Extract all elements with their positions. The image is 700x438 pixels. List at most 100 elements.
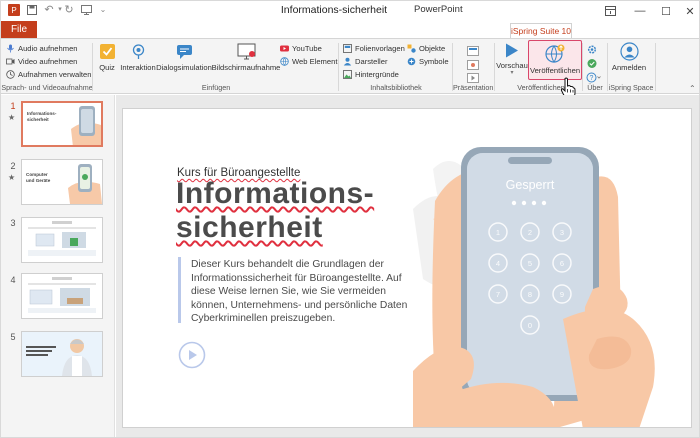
manage-recordings-button[interactable]: Aufnahmen verwalten (6, 68, 91, 80)
svg-text:P: P (11, 6, 16, 15)
group-separator (92, 43, 93, 91)
player-settings-icon[interactable] (467, 70, 479, 83)
animation-star-icon: ★ (8, 113, 16, 122)
group-label-about: Über (587, 83, 603, 92)
collapse-ribbon-icon[interactable]: ⌃ (689, 84, 696, 93)
symbols-button[interactable]: Symbole (407, 55, 449, 67)
svg-text:5: 5 (528, 259, 532, 268)
group-label-ispring-space: iSpring Space (608, 83, 654, 92)
slide-properties-icon[interactable] (467, 57, 479, 70)
dialog-icon (176, 45, 192, 59)
youtube-label: YouTube (292, 43, 322, 53)
preview-button[interactable]: Vorschau ▾ (496, 42, 528, 76)
backgrounds-button[interactable]: Hintergründe (343, 68, 399, 80)
youtube-icon (280, 45, 289, 51)
svg-text:3: 3 (560, 228, 564, 237)
app-name: PowerPoint (414, 4, 463, 15)
thumbnail-office-illustration (28, 221, 96, 256)
slide-thumbnails-panel: 1 ★ Informations-sicherheit 2 ★ Computer… (1, 95, 115, 437)
globe-icon (280, 56, 289, 66)
group-label-presentation: Präsentation (453, 83, 494, 92)
close-button[interactable]: ✕ (673, 1, 699, 21)
redo-icon[interactable]: ↻ (62, 3, 76, 17)
web-element-button[interactable]: Web Element (280, 55, 337, 67)
dialog-simulation-label: Dialogsimulation (156, 63, 212, 72)
actors-button[interactable]: Darsteller (343, 55, 388, 67)
slide-thumbnail-3[interactable] (21, 217, 103, 263)
svg-text:8: 8 (528, 290, 532, 299)
symbols-icon (407, 57, 416, 65)
preview-dropdown-icon[interactable]: ▾ (510, 70, 513, 76)
presentation-settings-icon[interactable] (467, 43, 479, 56)
screen-record-button[interactable]: Bildschirmaufnahme (211, 43, 281, 72)
svg-text:1: 1 (496, 228, 500, 237)
svg-text:9: 9 (560, 290, 564, 299)
slide-templates-button[interactable]: Folienvorlagen (343, 42, 405, 54)
group-separator (655, 43, 656, 91)
present-icon[interactable] (79, 3, 93, 17)
slide-templates-label: Folienvorlagen (355, 43, 405, 53)
video-record-button[interactable]: Video aufnehmen (6, 55, 77, 67)
svg-text:6: 6 (560, 259, 564, 268)
camera-icon (6, 58, 15, 64)
objects-icon (407, 44, 416, 53)
thumbnail-title: Computer und Geräte (26, 172, 51, 183)
interaction-button[interactable]: Interaktion (120, 43, 156, 72)
settings-icon[interactable] (586, 42, 598, 54)
group-label-library: Inhaltsbibliothek (370, 83, 422, 92)
play-button-icon[interactable] (178, 341, 206, 369)
slide-editor[interactable]: Kurs für Büroangestellte Informations- s… (122, 108, 692, 428)
slide-number: 4 (10, 275, 16, 285)
group-separator (338, 43, 339, 91)
animation-star-icon: ★ (8, 173, 16, 182)
audio-record-button[interactable]: Audio aufnehmen (6, 42, 78, 54)
youtube-button[interactable]: YouTube (280, 42, 322, 54)
thumbnail-title: Informations-sicherheit (27, 111, 57, 122)
app-icon: P (7, 3, 21, 17)
actors-label: Darsteller (355, 56, 388, 66)
svg-text:7: 7 (496, 290, 500, 299)
user-icon (619, 42, 639, 61)
tab-file[interactable]: File (1, 21, 37, 38)
ribbon-display-icon[interactable] (593, 1, 627, 21)
screen-record-icon (237, 43, 255, 60)
slide-title-line-2: sicherheit (176, 211, 323, 244)
screen-record-label: Bildschirmaufnahme (211, 63, 281, 72)
audio-record-label: Audio aufnehmen (18, 43, 78, 53)
dialog-simulation-button[interactable]: Dialogsimulation (156, 43, 212, 72)
login-button[interactable]: Anmelden (611, 42, 647, 72)
title-bar: P ↶ ▾ ↻ ⌄ Informations-sicherheit PowerP… (1, 1, 699, 21)
quiz-icon (99, 44, 115, 59)
thumbnail-phone-illustration (71, 106, 101, 145)
slide-description: Dieser Kurs behandelt die Grundlagen der… (191, 259, 408, 324)
slide-thumbnail-1[interactable]: Informations-sicherheit (21, 101, 103, 147)
svg-text:?: ? (590, 75, 594, 82)
quiz-button[interactable]: Quiz (96, 43, 118, 72)
help-icon[interactable]: ? (586, 70, 602, 83)
more-icon[interactable]: ⌄ (96, 3, 110, 17)
login-label: Anmelden (611, 63, 647, 72)
microphone-icon (7, 44, 14, 52)
backgrounds-label: Hintergründe (355, 69, 399, 79)
powerpoint-window: P ↶ ▾ ↻ ⌄ Informations-sicherheit PowerP… (0, 0, 700, 438)
objects-label: Objekte (419, 43, 446, 53)
slide-thumbnail-2[interactable]: Computer und Geräte (21, 159, 103, 205)
video-record-label: Video aufnehmen (18, 56, 78, 66)
slide-thumbnail-5[interactable] (21, 331, 103, 377)
ribbon-tabs: File iSpring Suite 10 (1, 21, 699, 38)
preview-label: Vorschau (496, 61, 528, 70)
slide-canvas: Kurs für Büroangestellte Informations- s… (116, 95, 699, 437)
thumbnail-office-illustration (28, 277, 96, 313)
update-icon[interactable] (586, 56, 598, 68)
publish-button[interactable]: Veröffentlichen (528, 40, 582, 80)
slide-thumbnail-4[interactable] (21, 273, 103, 319)
objects-button[interactable]: Objekte (407, 42, 445, 54)
group-label-insert: Einfügen (201, 83, 231, 92)
quiz-label: Quiz (99, 63, 115, 72)
publish-label: Veröffentlichen (529, 66, 581, 75)
save-icon[interactable] (25, 3, 39, 17)
templates-icon (343, 43, 352, 53)
play-icon (506, 43, 518, 58)
web-element-label: Web Element (292, 56, 338, 66)
tab-ispring-suite[interactable]: iSpring Suite 10 (510, 23, 572, 38)
